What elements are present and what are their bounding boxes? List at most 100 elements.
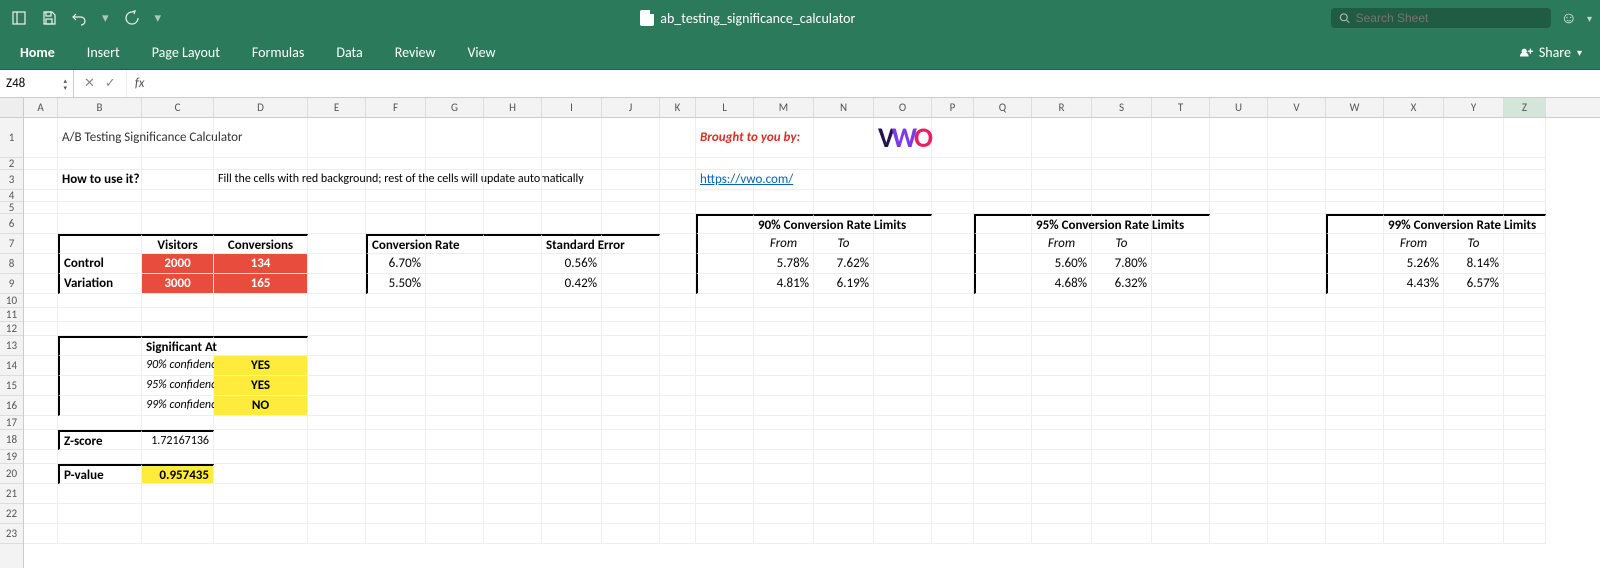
cell[interactable] [366, 356, 426, 376]
cell[interactable] [366, 376, 426, 396]
cell[interactable] [974, 254, 1032, 274]
cell[interactable] [142, 190, 214, 202]
cell[interactable] [1504, 356, 1546, 376]
col-header[interactable]: K [660, 98, 696, 117]
cell[interactable] [484, 430, 542, 450]
cell[interactable] [1384, 322, 1444, 336]
name-box[interactable]: Z48 ▴▾ [0, 70, 74, 97]
cell[interactable] [1504, 254, 1546, 274]
cell[interactable] [814, 396, 874, 416]
cell[interactable] [932, 416, 974, 430]
cell[interactable] [754, 118, 814, 158]
cell[interactable] [1444, 214, 1504, 234]
cell[interactable] [1268, 274, 1326, 294]
cell[interactable] [754, 524, 814, 544]
cell[interactable] [426, 524, 484, 544]
cell[interactable] [1444, 336, 1504, 356]
cell[interactable] [696, 274, 754, 294]
cell[interactable] [874, 202, 932, 214]
row-header[interactable]: 14 [0, 356, 23, 376]
cell[interactable] [214, 158, 308, 170]
l99-control-from[interactable]: 5.26% [1384, 254, 1444, 274]
cell[interactable] [142, 170, 214, 190]
cell[interactable] [1152, 450, 1210, 464]
cell[interactable] [542, 158, 602, 170]
cell[interactable] [542, 450, 602, 464]
cell[interactable] [660, 416, 696, 430]
cell[interactable] [58, 190, 142, 202]
cell[interactable] [484, 450, 542, 464]
sig90-value[interactable]: YES [214, 356, 308, 376]
cell[interactable] [366, 118, 426, 158]
row-header[interactable]: 19 [0, 450, 23, 464]
limits90-header[interactable]: 90% Conversion Rate Limits [754, 214, 814, 234]
cell[interactable] [1152, 234, 1210, 254]
cell[interactable] [932, 274, 974, 294]
row-header[interactable]: 5 [0, 202, 23, 214]
cell[interactable] [542, 118, 602, 158]
cell[interactable] [874, 170, 932, 190]
cell[interactable] [602, 416, 660, 430]
cell[interactable] [974, 322, 1032, 336]
cell[interactable] [24, 190, 58, 202]
cell[interactable] [426, 158, 484, 170]
cell[interactable] [1032, 308, 1092, 322]
col-header[interactable]: O [874, 98, 932, 117]
cell[interactable] [1152, 356, 1210, 376]
cell[interactable] [660, 484, 696, 504]
cell[interactable] [874, 294, 932, 308]
cell[interactable] [426, 484, 484, 504]
cell[interactable] [542, 356, 602, 376]
cell[interactable] [1326, 214, 1384, 234]
cell[interactable] [1152, 430, 1210, 450]
cell[interactable] [974, 170, 1032, 190]
tab-insert[interactable]: Insert [85, 38, 122, 67]
cell[interactable] [214, 430, 308, 450]
cell[interactable] [1210, 294, 1268, 308]
control-standard-error[interactable]: 0.56% [542, 254, 602, 274]
cell[interactable] [366, 336, 426, 356]
cell[interactable] [1384, 430, 1444, 450]
cell[interactable] [696, 254, 754, 274]
col-header[interactable]: J [602, 98, 660, 117]
cell[interactable] [660, 450, 696, 464]
cell[interactable] [1152, 294, 1210, 308]
cell[interactable] [426, 430, 484, 450]
cell[interactable] [974, 234, 1032, 254]
row-header[interactable]: 9 [0, 274, 23, 294]
cell[interactable] [602, 504, 660, 524]
cell[interactable] [602, 158, 660, 170]
cell[interactable] [24, 396, 58, 416]
cell[interactable] [1152, 416, 1210, 430]
cell[interactable] [1092, 202, 1152, 214]
cell[interactable] [696, 202, 754, 214]
col-header[interactable]: U [1210, 98, 1268, 117]
cell[interactable] [58, 294, 142, 308]
cell[interactable] [1210, 376, 1268, 396]
cell[interactable] [1384, 504, 1444, 524]
cell[interactable] [1504, 450, 1546, 464]
cell[interactable] [1326, 118, 1384, 158]
cell[interactable] [58, 450, 142, 464]
cell[interactable] [24, 214, 58, 234]
cell[interactable] [142, 158, 214, 170]
cell[interactable] [1384, 464, 1444, 484]
cell[interactable] [1384, 158, 1444, 170]
cell[interactable] [24, 254, 58, 274]
l95-variation-from[interactable]: 4.68% [1032, 274, 1092, 294]
cell[interactable] [542, 170, 602, 190]
cell[interactable] [874, 336, 932, 356]
cell[interactable] [366, 430, 426, 450]
cell[interactable] [1032, 190, 1092, 202]
cell[interactable] [754, 308, 814, 322]
cell[interactable] [1504, 396, 1546, 416]
cell[interactable] [754, 322, 814, 336]
cell[interactable] [484, 274, 542, 294]
cell[interactable] [932, 396, 974, 416]
vwo-link[interactable]: https://vwo.com/ [696, 170, 754, 190]
cell[interactable] [426, 450, 484, 464]
cell[interactable] [602, 190, 660, 202]
cell[interactable] [660, 464, 696, 484]
cell[interactable] [214, 450, 308, 464]
cell[interactable] [1152, 254, 1210, 274]
